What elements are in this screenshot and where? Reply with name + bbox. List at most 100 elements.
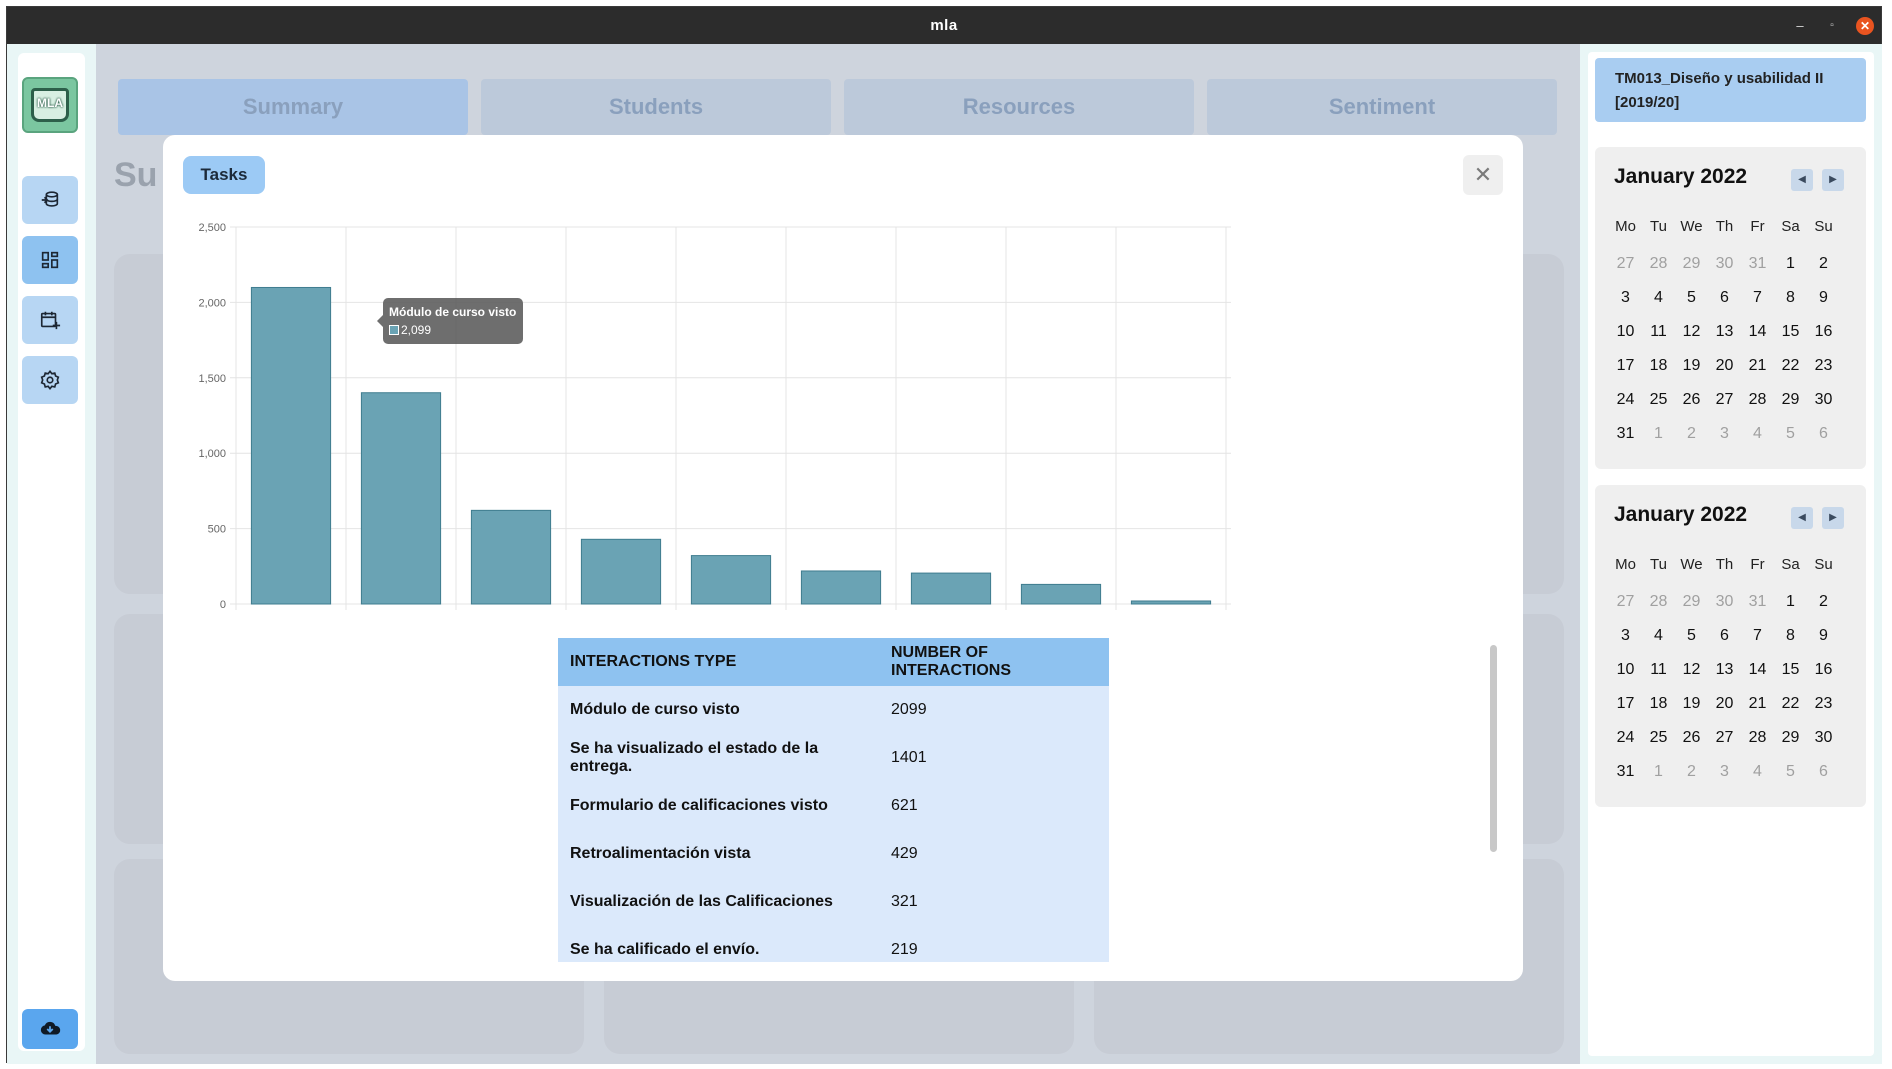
calendar-day[interactable]: 30 xyxy=(1807,391,1840,409)
calendar-day[interactable]: 24 xyxy=(1609,729,1642,747)
calendar-day[interactable]: 27 xyxy=(1609,255,1642,273)
calendar-day[interactable]: 28 xyxy=(1642,593,1675,611)
next-month-button[interactable]: ▶ xyxy=(1822,507,1844,529)
tab-students[interactable]: Students xyxy=(481,79,831,135)
calendar-day[interactable]: 2 xyxy=(1675,425,1708,443)
calendar-day[interactable]: 30 xyxy=(1708,255,1741,273)
close-modal-button[interactable]: ✕ xyxy=(1463,155,1503,195)
calendar-day[interactable]: 5 xyxy=(1675,627,1708,645)
calendar-day[interactable]: 26 xyxy=(1675,729,1708,747)
calendar-day[interactable]: 2 xyxy=(1807,255,1840,273)
calendar-day[interactable]: 10 xyxy=(1609,661,1642,679)
calendar-day[interactable]: 9 xyxy=(1807,289,1840,307)
close-window-button[interactable]: ✕ xyxy=(1856,17,1874,35)
calendar-day[interactable]: 3 xyxy=(1708,425,1741,443)
calendar-day[interactable]: 19 xyxy=(1675,695,1708,713)
calendar-day[interactable]: 6 xyxy=(1807,425,1840,443)
calendar-day[interactable]: 31 xyxy=(1741,593,1774,611)
calendar-day[interactable]: 5 xyxy=(1774,425,1807,443)
maximize-button[interactable]: ▫ xyxy=(1822,16,1842,36)
calendar-day[interactable]: 17 xyxy=(1609,357,1642,375)
calendar-day[interactable]: 3 xyxy=(1708,763,1741,781)
calendar-day[interactable]: 22 xyxy=(1774,695,1807,713)
calendar-day[interactable]: 23 xyxy=(1807,357,1840,375)
calendar-day[interactable]: 5 xyxy=(1774,763,1807,781)
calendar-day[interactable]: 4 xyxy=(1642,289,1675,307)
sidebar-item-database[interactable] xyxy=(22,176,78,224)
calendar-day[interactable]: 27 xyxy=(1708,729,1741,747)
calendar-day[interactable]: 16 xyxy=(1807,323,1840,341)
calendar-day[interactable]: 25 xyxy=(1642,391,1675,409)
calendar-day[interactable]: 15 xyxy=(1774,323,1807,341)
tab-sentiment[interactable]: Sentiment xyxy=(1207,79,1557,135)
calendar-day[interactable]: 20 xyxy=(1708,695,1741,713)
calendar-day[interactable]: 13 xyxy=(1708,661,1741,679)
prev-month-button[interactable]: ◀ xyxy=(1791,169,1813,191)
calendar-day[interactable]: 2 xyxy=(1675,763,1708,781)
calendar-day[interactable]: 31 xyxy=(1609,425,1642,443)
calendar-day[interactable]: 10 xyxy=(1609,323,1642,341)
sidebar-item-settings[interactable] xyxy=(22,356,78,404)
calendar-day[interactable]: 19 xyxy=(1675,357,1708,375)
interactions-table-container[interactable]: INTERACTIONS TYPE NUMBER OF INTERACTIONS… xyxy=(558,638,1109,962)
calendar-day[interactable]: 17 xyxy=(1609,695,1642,713)
calendar-day[interactable]: 22 xyxy=(1774,357,1807,375)
calendar-day[interactable]: 14 xyxy=(1741,323,1774,341)
tasks-tab[interactable]: Tasks xyxy=(183,156,265,194)
calendar-day[interactable]: 27 xyxy=(1708,391,1741,409)
calendar-day[interactable]: 6 xyxy=(1807,763,1840,781)
calendar-day[interactable]: 18 xyxy=(1642,357,1675,375)
calendar-day[interactable]: 2 xyxy=(1807,593,1840,611)
calendar-day[interactable]: 31 xyxy=(1609,763,1642,781)
calendar-day[interactable]: 13 xyxy=(1708,323,1741,341)
calendar-day[interactable]: 4 xyxy=(1741,763,1774,781)
calendar-day[interactable]: 8 xyxy=(1774,289,1807,307)
calendar-day[interactable]: 11 xyxy=(1642,323,1675,341)
calendar-day[interactable]: 8 xyxy=(1774,627,1807,645)
prev-month-button[interactable]: ◀ xyxy=(1791,507,1813,529)
calendar-day[interactable]: 30 xyxy=(1807,729,1840,747)
calendar-day[interactable]: 29 xyxy=(1675,255,1708,273)
calendar-day[interactable]: 21 xyxy=(1741,695,1774,713)
calendar-day[interactable]: 30 xyxy=(1708,593,1741,611)
calendar-day[interactable]: 11 xyxy=(1642,661,1675,679)
minimize-button[interactable]: – xyxy=(1790,16,1810,36)
calendar-day[interactable]: 25 xyxy=(1642,729,1675,747)
calendar-day[interactable]: 28 xyxy=(1741,729,1774,747)
calendar-day[interactable]: 24 xyxy=(1609,391,1642,409)
calendar-day[interactable]: 31 xyxy=(1741,255,1774,273)
calendar-day[interactable]: 4 xyxy=(1741,425,1774,443)
calendar-day[interactable]: 27 xyxy=(1609,593,1642,611)
tab-resources[interactable]: Resources xyxy=(844,79,1194,135)
calendar-day[interactable]: 14 xyxy=(1741,661,1774,679)
calendar-day[interactable]: 3 xyxy=(1609,289,1642,307)
calendar-day[interactable]: 23 xyxy=(1807,695,1840,713)
calendar-day[interactable]: 15 xyxy=(1774,661,1807,679)
calendar-day[interactable]: 1 xyxy=(1774,593,1807,611)
calendar-day[interactable]: 12 xyxy=(1675,661,1708,679)
calendar-day[interactable]: 29 xyxy=(1774,391,1807,409)
calendar-day[interactable]: 3 xyxy=(1609,627,1642,645)
course-name[interactable]: TM013_Diseño y usabilidad II [2019/20] xyxy=(1595,58,1866,122)
sidebar-item-dashboard[interactable] xyxy=(22,236,78,284)
calendar-day[interactable]: 20 xyxy=(1708,357,1741,375)
calendar-day[interactable]: 7 xyxy=(1741,627,1774,645)
cloud-download-button[interactable] xyxy=(22,1009,78,1049)
calendar-day[interactable]: 6 xyxy=(1708,289,1741,307)
next-month-button[interactable]: ▶ xyxy=(1822,169,1844,191)
calendar-day[interactable]: 16 xyxy=(1807,661,1840,679)
calendar-day[interactable]: 6 xyxy=(1708,627,1741,645)
scrollbar[interactable] xyxy=(1490,645,1497,852)
calendar-day[interactable]: 29 xyxy=(1774,729,1807,747)
calendar-day[interactable]: 7 xyxy=(1741,289,1774,307)
calendar-day[interactable]: 18 xyxy=(1642,695,1675,713)
calendar-day[interactable]: 1 xyxy=(1642,425,1675,443)
calendar-day[interactable]: 26 xyxy=(1675,391,1708,409)
calendar-day[interactable]: 5 xyxy=(1675,289,1708,307)
calendar-day[interactable]: 4 xyxy=(1642,627,1675,645)
calendar-day[interactable]: 28 xyxy=(1741,391,1774,409)
calendar-day[interactable]: 29 xyxy=(1675,593,1708,611)
calendar-day[interactable]: 12 xyxy=(1675,323,1708,341)
calendar-day[interactable]: 21 xyxy=(1741,357,1774,375)
calendar-day[interactable]: 28 xyxy=(1642,255,1675,273)
